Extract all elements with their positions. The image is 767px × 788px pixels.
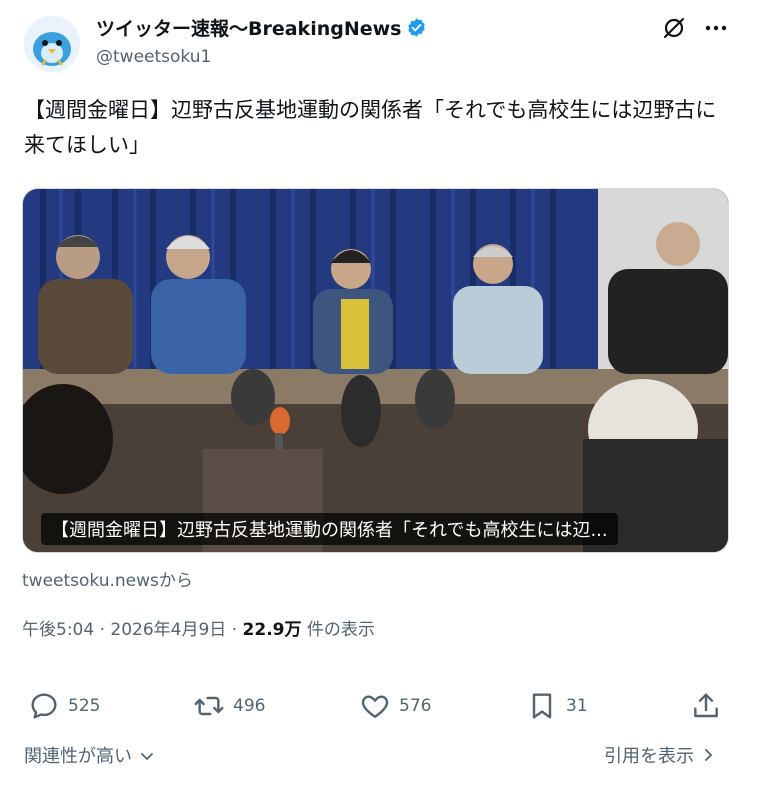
- link-card[interactable]: 【週間金曜日】辺野古反基地運動の関係者「それでも高校生には辺...: [22, 188, 729, 553]
- bookmark-icon: [532, 693, 552, 719]
- author-display-name[interactable]: ツイッター速報〜BreakingNews: [96, 14, 402, 41]
- card-caption: 【週間金曜日】辺野古反基地運動の関係者「それでも高校生には辺...: [41, 513, 618, 545]
- meta-separator: ·: [231, 620, 238, 640]
- avatar[interactable]: [24, 16, 80, 72]
- share-icon: [694, 693, 718, 718]
- reply-count: 525: [68, 696, 101, 716]
- view-count-suffix: 件の表示: [306, 620, 375, 640]
- chevron-right-icon: [704, 749, 713, 761]
- share-button[interactable]: [690, 690, 730, 722]
- author-handle[interactable]: @tweetsoku1: [96, 47, 211, 67]
- tweet-time[interactable]: 午後5:04: [22, 620, 94, 640]
- quote-label: 引用を表示: [604, 746, 694, 767]
- author-name-row[interactable]: ツイッター速報〜BreakingNews: [96, 14, 427, 41]
- retweet-button[interactable]: 496: [193, 690, 265, 722]
- bookmark-button[interactable]: 31: [526, 690, 588, 722]
- retweet-icon: [194, 696, 224, 716]
- sort-label: 関連性が高い: [24, 746, 132, 767]
- bird-avatar-icon: [24, 16, 80, 72]
- more-icon[interactable]: [702, 14, 730, 42]
- press-conference-photo: [23, 189, 728, 552]
- card-source[interactable]: tweetsoku.newsから: [22, 566, 193, 591]
- bookmark-count: 31: [566, 696, 588, 716]
- tweet-meta: 午後5:04 · 2026年4月9日 · 22.9万 件の表示: [22, 615, 375, 640]
- view-count: 22.9万: [242, 620, 302, 640]
- sort-replies-dropdown[interactable]: 関連性が高い: [24, 742, 154, 768]
- reply-icon: [31, 693, 57, 719]
- meta-separator: ·: [99, 620, 105, 640]
- retweet-count: 496: [233, 696, 266, 716]
- like-button[interactable]: 576: [359, 690, 431, 722]
- chevron-down-icon: [140, 753, 153, 761]
- reply-button[interactable]: 525: [28, 690, 100, 722]
- grok-icon[interactable]: [660, 14, 688, 42]
- verified-badge-icon: [406, 17, 427, 38]
- tweet-date[interactable]: 2026年4月9日: [110, 620, 226, 640]
- like-count: 576: [399, 696, 432, 716]
- like-icon: [361, 695, 389, 718]
- view-quotes-link[interactable]: 引用を表示: [604, 742, 714, 768]
- tweet-text: 【週間金曜日】辺野古反基地運動の関係者「それでも高校生には辺野古に来てほしい」: [24, 98, 717, 157]
